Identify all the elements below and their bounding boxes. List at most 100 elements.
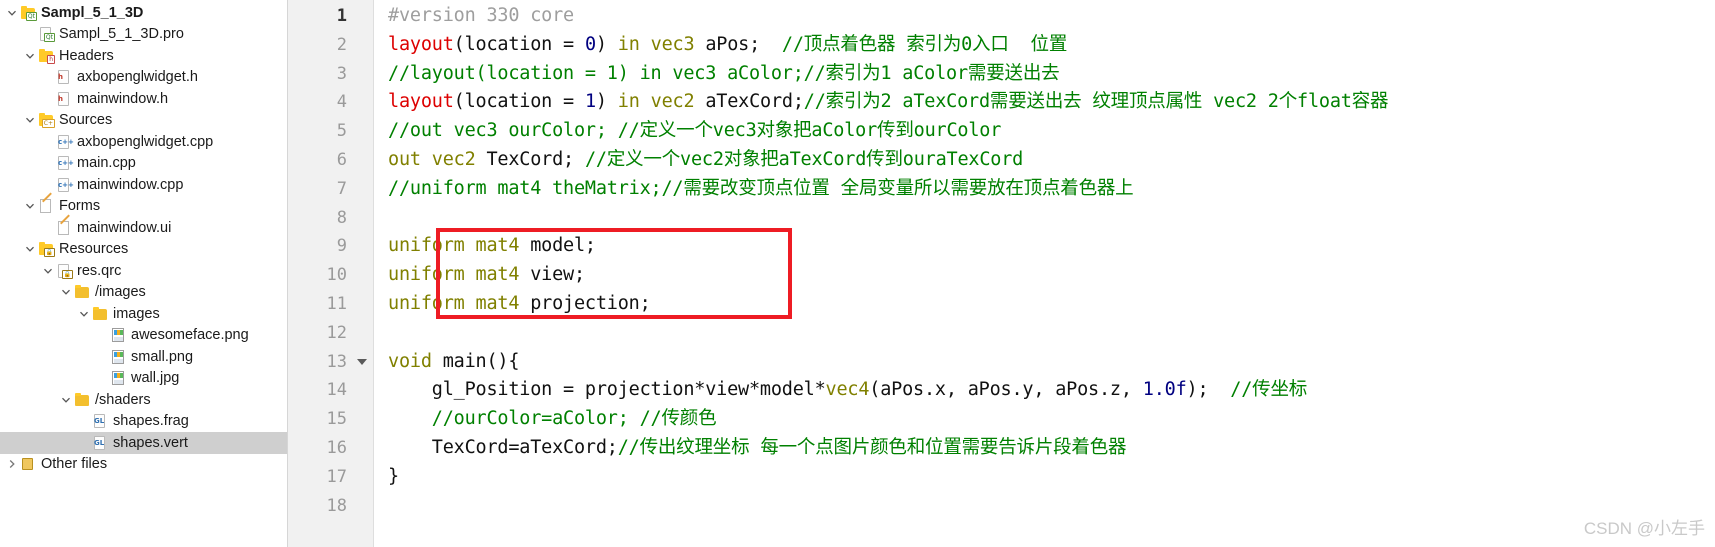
code-line[interactable]: //out vec3 ourColor; //定义一个vec3对象把aColor… bbox=[388, 117, 1715, 146]
chevron-right-icon[interactable] bbox=[4, 459, 20, 469]
token-txt: aPos; bbox=[694, 33, 782, 55]
token-txt: projection; bbox=[519, 292, 651, 314]
line-number: 10 bbox=[288, 261, 373, 290]
code-editor[interactable]: 1 2 3 4 5 6 7 8 9 10 11 12 13 14 15 16 17 18 #version 330… bbox=[288, 0, 1715, 547]
tree-item-mainwindow-h[interactable]: h mainwindow.h bbox=[0, 88, 287, 110]
code-line[interactable]: #version 330 core bbox=[388, 2, 1715, 31]
line-number-text: 6 bbox=[336, 149, 347, 170]
code-line[interactable] bbox=[388, 492, 1715, 521]
code-line[interactable]: layout(location = 1) in vec2 aTexCord;//… bbox=[388, 88, 1715, 117]
line-number-text: 16 bbox=[326, 437, 347, 458]
line-number: 13 bbox=[288, 348, 373, 377]
code-area[interactable]: #version 330 core layout(location = 0) in… bbox=[374, 0, 1715, 547]
folder-res-icon: 🔒 bbox=[38, 241, 55, 258]
line-number: 16 bbox=[288, 434, 373, 463]
tree-item-images[interactable]: /images bbox=[0, 282, 287, 304]
code-line[interactable] bbox=[388, 319, 1715, 348]
tree-item-label: /shaders bbox=[95, 391, 151, 408]
chevron-down-icon[interactable] bbox=[40, 266, 56, 276]
chevron-down-icon[interactable] bbox=[58, 395, 74, 405]
line-number-text: 14 bbox=[326, 380, 347, 401]
token-txt: ) bbox=[595, 91, 618, 113]
tree-item-res-qrc[interactable]: 🔒 res.qrc bbox=[0, 260, 287, 282]
code-line[interactable] bbox=[388, 204, 1715, 233]
folder-h-icon: h bbox=[38, 48, 55, 64]
chevron-down-icon[interactable] bbox=[22, 115, 38, 125]
token-type: in bbox=[617, 91, 640, 113]
tree-item-label: Forms bbox=[59, 198, 101, 215]
line-number-text: 15 bbox=[326, 409, 347, 430]
code-line[interactable]: gl_Position = projection*view*model*vec4… bbox=[388, 376, 1715, 405]
token-txt: = bbox=[552, 91, 585, 113]
token-txt: ( bbox=[453, 91, 465, 113]
tree-item-awesomeface-png[interactable]: awesomeface.png bbox=[0, 325, 287, 347]
token-kw: layout bbox=[388, 33, 454, 55]
code-line[interactable]: uniform mat4 view; bbox=[388, 261, 1715, 290]
tree-item-sampl-5-1-3d[interactable]: Qt Sampl_5_1_3D bbox=[0, 2, 287, 24]
tree-item-forms[interactable]: Forms bbox=[0, 196, 287, 218]
tree-item-mainwindow-ui[interactable]: mainwindow.ui bbox=[0, 217, 287, 239]
fold-triangle-icon[interactable] bbox=[357, 358, 367, 365]
code-line[interactable]: out vec2 TexCord; //定义一个vec2对象把aTexCord传… bbox=[388, 146, 1715, 175]
line-number-text: 4 bbox=[336, 92, 347, 113]
code-line[interactable]: uniform mat4 model; bbox=[388, 232, 1715, 261]
code-line[interactable]: //layout(location = 1) in vec3 aColor;//… bbox=[388, 60, 1715, 89]
line-number-text: 3 bbox=[336, 63, 347, 84]
tree-item-wall-jpg[interactable]: wall.jpg bbox=[0, 368, 287, 390]
token-type: vec2 bbox=[431, 148, 476, 170]
tree-item-axbopenglwidget-h[interactable]: h axbopenglwidget.h bbox=[0, 67, 287, 89]
token-txt: (aPos.x, aPos.y, aPos.z, bbox=[869, 379, 1143, 401]
token-cmt: //传出纹理坐标 每一个点图片颜色和位置需要告诉片段着色器 bbox=[617, 436, 1127, 458]
tree-item-axbopenglwidget-cpp[interactable]: c++ axbopenglwidget.cpp bbox=[0, 131, 287, 153]
watermark: CSDN @小左手 bbox=[1583, 519, 1705, 538]
qt-project-icon: Qt bbox=[20, 5, 37, 21]
token-cmt: //索引为2 aTexCord需要送出去 纹理顶点属性 vec2 2个float… bbox=[803, 91, 1389, 113]
tree-item-label: Resources bbox=[59, 241, 129, 258]
tree-item-small-png[interactable]: small.png bbox=[0, 346, 287, 368]
line-number: 2 bbox=[288, 31, 373, 60]
tree-item-mainwindow-cpp[interactable]: c++ mainwindow.cpp bbox=[0, 174, 287, 196]
tree-item-label: Other files bbox=[41, 456, 108, 473]
image-file-icon bbox=[110, 349, 126, 365]
token-type: mat4 bbox=[475, 264, 520, 286]
line-number: 1 bbox=[288, 2, 373, 31]
chevron-down-icon[interactable] bbox=[22, 201, 38, 211]
chevron-down-icon[interactable] bbox=[22, 51, 38, 61]
token-cmt: //uniform mat4 theMatrix;//需要改变顶点位置 全局变量… bbox=[388, 177, 1134, 199]
tree-item-headers[interactable]: h Headers bbox=[0, 45, 287, 67]
token-txt: ) bbox=[595, 33, 618, 55]
code-line[interactable]: //ourColor=aColor; //传颜色 bbox=[388, 405, 1715, 434]
line-number-text: 17 bbox=[326, 466, 347, 487]
code-line[interactable]: TexCord=aTexCord;//传出纹理坐标 每一个点图片颜色和位置需要告… bbox=[388, 434, 1715, 463]
token-type: void bbox=[388, 350, 432, 372]
tree-item-shapes-frag[interactable]: GL shapes.frag bbox=[0, 411, 287, 433]
tree-item-images[interactable]: images bbox=[0, 303, 287, 325]
code-line[interactable]: uniform mat4 projection; bbox=[388, 290, 1715, 319]
tree-item-label: res.qrc bbox=[77, 262, 122, 279]
chevron-down-icon[interactable] bbox=[4, 8, 20, 18]
code-line[interactable]: layout(location = 0) in vec3 aPos; //顶点着… bbox=[388, 31, 1715, 60]
tree-item-resources[interactable]: 🔒 Resources bbox=[0, 239, 287, 261]
line-number-gutter[interactable]: 1 2 3 4 5 6 7 8 9 10 11 12 13 14 15 16 17 18 bbox=[288, 0, 374, 547]
tree-item-main-cpp[interactable]: c++ main.cpp bbox=[0, 153, 287, 175]
chevron-down-icon[interactable] bbox=[58, 287, 74, 297]
tree-item-other-files[interactable]: Other files bbox=[0, 454, 287, 476]
gl-file-icon: GL bbox=[92, 435, 108, 451]
tree-item-label: shapes.frag bbox=[113, 413, 189, 430]
tree-item-sources[interactable]: C+ Sources bbox=[0, 110, 287, 132]
tree-item-sampl-5-1-3d-pro[interactable]: Qt Sampl_5_1_3D.pro bbox=[0, 24, 287, 46]
line-number: 15 bbox=[288, 405, 373, 434]
tree-item-shapes-vert[interactable]: GL shapes.vert bbox=[0, 432, 287, 454]
token-cmt: //out vec3 ourColor; //定义一个vec3对象把aColor… bbox=[388, 120, 1002, 142]
code-line[interactable]: //uniform mat4 theMatrix;//需要改变顶点位置 全局变量… bbox=[388, 175, 1715, 204]
chevron-down-icon[interactable] bbox=[22, 244, 38, 254]
chevron-down-icon[interactable] bbox=[76, 309, 92, 319]
line-number: 5 bbox=[288, 117, 373, 146]
project-tree[interactable]: Qt Sampl_5_1_3D Qt Sampl_5_1_3D.pro h Headers… bbox=[0, 0, 288, 547]
code-line[interactable]: void main(){ bbox=[388, 348, 1715, 377]
token-txt: TexCord=aTexCord; bbox=[388, 436, 618, 458]
code-line[interactable]: } bbox=[388, 463, 1715, 492]
tree-item-label: Sampl_5_1_3D.pro bbox=[59, 26, 184, 43]
tree-item-shaders[interactable]: /shaders bbox=[0, 389, 287, 411]
token-type: vec2 bbox=[650, 91, 695, 113]
